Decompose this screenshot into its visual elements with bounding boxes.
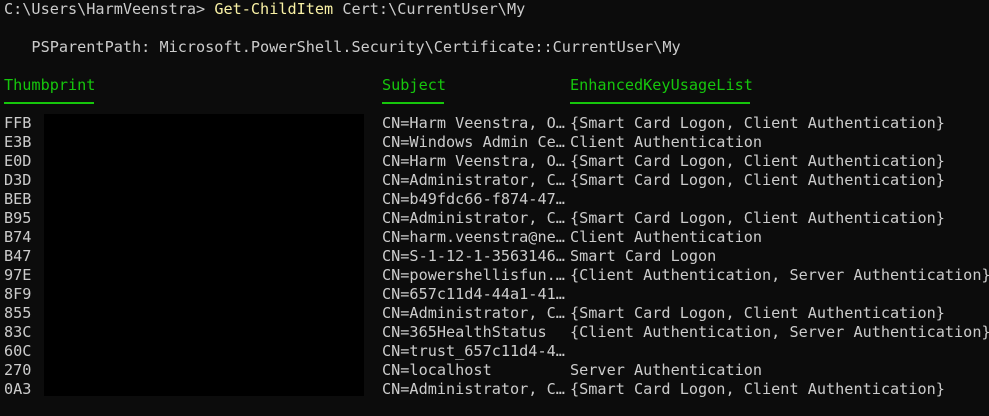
thumbprint-cell: 0A3 <box>4 380 32 398</box>
thumbprint-cell: 270 <box>4 361 32 379</box>
header-underline-eku <box>570 102 750 104</box>
enhanced-key-usage-cell: {Client Authentication, Server Authentic… <box>570 323 989 341</box>
thumbprint-cell: B74 <box>4 228 32 246</box>
subject-cell: CN=Administrator, C… <box>382 304 565 322</box>
enhanced-key-usage-cell: Server Authentication <box>570 361 763 379</box>
thumbprint-cell: FFB <box>4 114 32 132</box>
prompt-line: C:\Users\HarmVeenstra> Get-ChildItem Cer… <box>4 0 989 19</box>
subject-cell: CN=657c11d4-44a1-41… <box>382 285 565 303</box>
enhanced-key-usage-cell: {Smart Card Logon, Client Authentication… <box>570 209 945 227</box>
subject-cell: CN=b49fdc66-f874-47… <box>382 190 565 208</box>
thumbprint-cell: 83C <box>4 323 32 341</box>
enhanced-key-usage-cell: {Smart Card Logon, Client Authentication… <box>570 171 945 189</box>
subject-cell: CN=365HealthStatus <box>382 323 547 341</box>
enhanced-key-usage-cell: Smart Card Logon <box>570 247 717 265</box>
subject-cell: CN=trust_657c11d4-4… <box>382 342 565 360</box>
enhanced-key-usage-cell: {Smart Card Logon, Client Authentication… <box>570 152 945 170</box>
ps-parent-path: PSParentPath: Microsoft.PowerShell.Secur… <box>4 38 681 56</box>
subject-cell: CN=S-1-12-1-3563146… <box>382 247 565 265</box>
subject-cell: CN=Administrator, C… <box>382 171 565 189</box>
subject-cell: CN=harm.veenstra@ne… <box>382 228 565 246</box>
prompt-path: C:\Users\HarmVeenstra> <box>4 0 206 18</box>
subject-cell: CN=Administrator, C… <box>382 209 565 227</box>
thumbprint-cell: B95 <box>4 209 32 227</box>
header-enhanced-key-usage-list: EnhancedKeyUsageList <box>570 76 753 94</box>
enhanced-key-usage-cell: Client Authentication <box>570 228 763 246</box>
subject-cell: CN=localhost <box>382 361 492 379</box>
header-thumbprint: Thumbprint <box>4 76 96 94</box>
thumbprint-cell: E0D <box>4 152 32 170</box>
thumbprint-cell: 855 <box>4 304 32 322</box>
header-subject: Subject <box>382 76 447 94</box>
thumbprint-cell: 97E <box>4 266 32 284</box>
subject-cell: CN=powershellisfun.… <box>382 266 565 284</box>
terminal-window[interactable]: C:\Users\HarmVeenstra> Get-ChildItem Cer… <box>4 0 989 416</box>
enhanced-key-usage-cell: {Client Authentication, Server Authentic… <box>570 266 989 284</box>
table-header-row: Thumbprint Subject EnhancedKeyUsageList <box>4 76 989 95</box>
thumbprint-cell: 8F9 <box>4 285 32 303</box>
command-name: Get-ChildItem <box>214 0 334 18</box>
enhanced-key-usage-cell: {Smart Card Logon, Client Authentication… <box>570 380 945 398</box>
command-argument: Cert:\CurrentUser\My <box>342 0 526 18</box>
thumbprint-cell: B47 <box>4 247 32 265</box>
header-underline-subject <box>382 102 444 104</box>
thumbprint-cell: BEB <box>4 190 32 208</box>
subject-cell: CN=Administrator, C… <box>382 380 565 398</box>
redaction-block <box>44 114 364 396</box>
subject-cell: CN=Harm Veenstra, O… <box>382 114 565 132</box>
subject-cell: CN=Harm Veenstra, O… <box>382 152 565 170</box>
subject-cell: CN=Windows Admin Ce… <box>382 133 565 151</box>
thumbprint-cell: 60C <box>4 342 32 360</box>
thumbprint-cell: E3B <box>4 133 32 151</box>
enhanced-key-usage-cell: {Smart Card Logon, Client Authentication… <box>570 114 945 132</box>
header-underline-thumbprint <box>4 102 94 104</box>
enhanced-key-usage-cell: Client Authentication <box>570 133 763 151</box>
thumbprint-cell: D3D <box>4 171 32 189</box>
enhanced-key-usage-cell: {Smart Card Logon, Client Authentication… <box>570 304 945 322</box>
table-header-underline-row <box>4 95 989 114</box>
